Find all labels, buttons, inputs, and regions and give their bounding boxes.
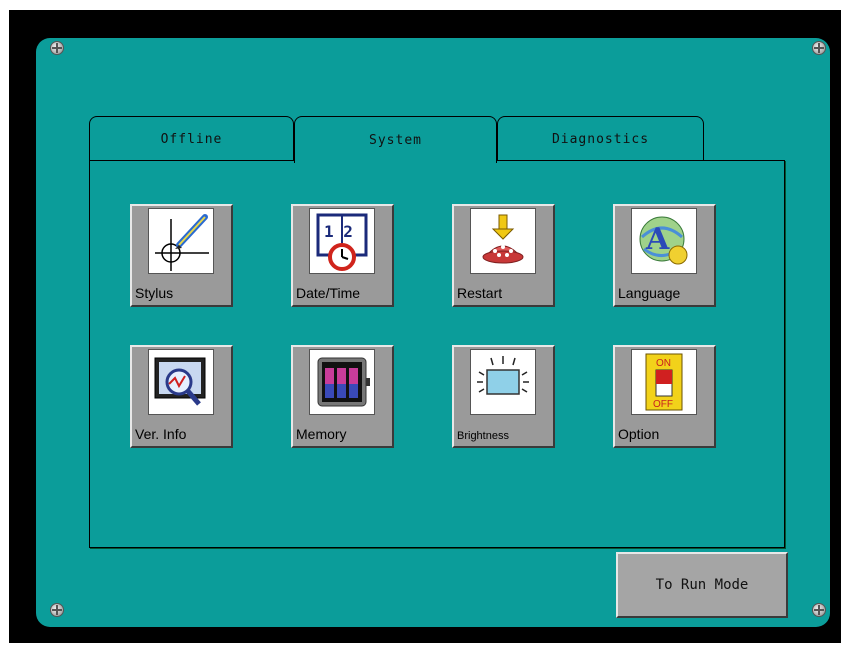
screw-icon [812, 41, 826, 55]
date-time-label: Date/Time [296, 285, 361, 301]
ver-info-button[interactable]: Ver. Info [130, 345, 233, 448]
option-button[interactable]: ON OFF Option [613, 345, 716, 448]
brightness-icon [470, 349, 536, 415]
stylus-icon [148, 208, 214, 274]
calendar-clock-icon: 1 2 [309, 208, 375, 274]
screw-icon [812, 603, 826, 617]
tab-offline[interactable]: Offline [89, 116, 294, 162]
restart-icon [470, 208, 536, 274]
screw-icon [50, 41, 64, 55]
stylus-button[interactable]: Stylus [130, 204, 233, 307]
brightness-button[interactable]: Brightness [452, 345, 555, 448]
switch-on-text: ON [656, 358, 671, 369]
language-label: Language [618, 285, 681, 301]
restart-button[interactable]: Restart [452, 204, 555, 307]
date-time-button[interactable]: 1 2 Date/Time [291, 204, 394, 307]
memory-label: Memory [296, 426, 347, 442]
tab-system[interactable]: System [294, 116, 497, 163]
version-info-icon [148, 349, 214, 415]
restart-label: Restart [457, 285, 503, 301]
brightness-label: Brightness [457, 430, 509, 442]
date-digits: 1 2 [324, 222, 353, 241]
option-label: Option [618, 426, 660, 442]
memory-button[interactable]: Memory [291, 345, 394, 448]
ver-info-label: Ver. Info [135, 426, 187, 442]
to-run-mode-button[interactable]: To Run Mode [616, 552, 788, 618]
switch-off-text: OFF [653, 399, 673, 410]
language-icon: A [631, 208, 697, 274]
screw-icon [50, 603, 64, 617]
on-off-switch-icon: ON OFF [631, 349, 697, 415]
language-button[interactable]: A Language [613, 204, 716, 307]
stylus-label: Stylus [135, 285, 174, 301]
tab-diagnostics[interactable]: Diagnostics [497, 116, 704, 162]
svg-text:A: A [645, 222, 670, 257]
memory-icon [309, 349, 375, 415]
